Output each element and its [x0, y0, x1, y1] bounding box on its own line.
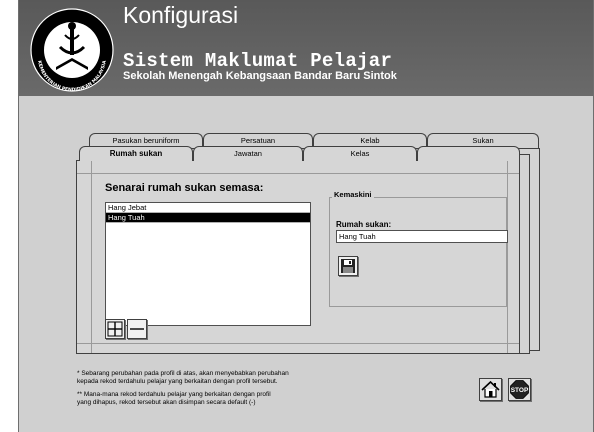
header-banner: KEMENTERIAN PENDIDIKAN MALAYSIA Konfigur… — [19, 0, 593, 96]
ministry-logo: KEMENTERIAN PENDIDIKAN MALAYSIA — [30, 8, 114, 93]
note-line-4: yang dihapus, rekod tersebut akan disimp… — [77, 399, 256, 406]
note-line-2: kepada rekod terdahulu pelajar yang berk… — [77, 378, 278, 385]
remove-button[interactable] — [127, 319, 147, 339]
list-item-selected[interactable]: Hang Tuah — [106, 213, 310, 223]
page-title: Konfigurasi — [123, 2, 239, 28]
app-window: KEMENTERIAN PENDIDIKAN MALAYSIA Konfigur… — [18, 0, 594, 432]
tab-jawatan[interactable]: Jawatan — [193, 146, 303, 161]
remove-icon — [130, 328, 144, 330]
list-item[interactable]: Hang Jebat — [106, 203, 310, 213]
tab-panel-rumah-sukan: Senarai rumah sukan semasa: Hang Jebat H… — [76, 160, 520, 354]
guide-line-left — [91, 161, 92, 353]
floppy-disk-icon — [341, 259, 355, 273]
guide-line-bottom — [77, 343, 519, 344]
kemaskini-group: Kemaskini Rumah sukan: Hang Tuah — [329, 190, 508, 307]
rumah-sukan-list[interactable]: Hang Jebat Hang Tuah — [105, 202, 311, 326]
stop-button[interactable]: STOP — [508, 378, 531, 401]
list-title: Senarai rumah sukan semasa: — [105, 182, 264, 194]
school-name: Sekolah Menengah Kebangsaan Bandar Baru … — [123, 70, 397, 82]
guide-line-top — [77, 173, 519, 174]
content-area: Pasukan beruniform Persatuan Kelab Sukan… — [19, 96, 593, 432]
home-button[interactable] — [479, 378, 502, 401]
guide-line-right — [507, 161, 508, 353]
add-button[interactable] — [105, 319, 125, 339]
system-subtitle: Sistem Maklumat Pelajar — [123, 50, 393, 72]
note-line-1: * Sebarang perubahan pada profil di atas… — [77, 370, 289, 377]
note-line-3: ** Mana-mana rekod terdahulu pelajar yan… — [77, 391, 271, 398]
home-icon — [481, 380, 500, 398]
group-label: Kemaskini — [332, 190, 374, 199]
add-icon — [107, 321, 123, 337]
tab-rumah-sukan[interactable]: Rumah sukan — [79, 146, 193, 161]
save-button[interactable] — [338, 256, 358, 276]
stop-icon: STOP — [510, 380, 529, 399]
stop-label: STOP — [511, 387, 529, 394]
tab-kelas[interactable]: Kelas — [303, 146, 417, 161]
rumah-sukan-input[interactable]: Hang Tuah — [336, 230, 508, 243]
tab-blank[interactable] — [417, 146, 520, 161]
rumah-sukan-label: Rumah sukan: — [336, 220, 392, 229]
